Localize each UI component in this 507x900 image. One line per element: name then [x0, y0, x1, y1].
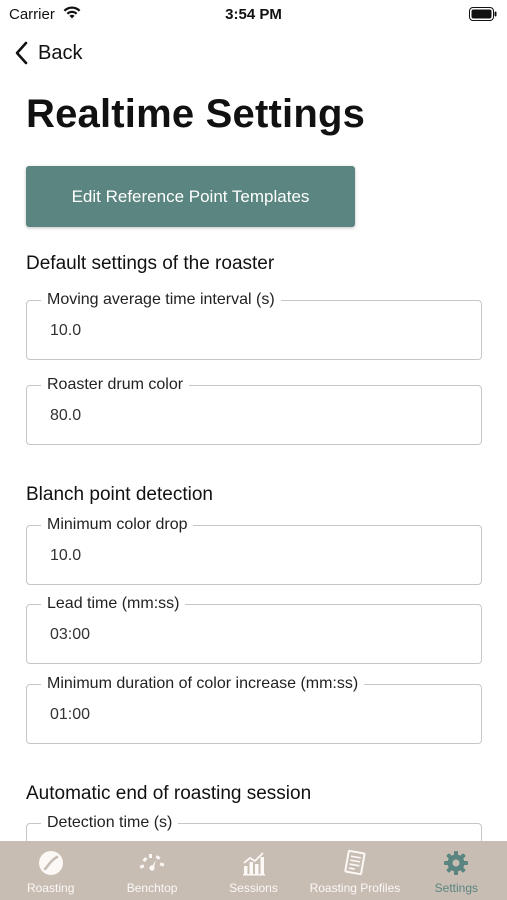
min-color-drop-input[interactable] [50, 547, 430, 565]
chevron-left-icon [15, 41, 28, 65]
tab-benchtop[interactable]: Benchtop [101, 841, 202, 900]
section-title-default-settings: Default settings of the roaster [26, 253, 275, 274]
back-button[interactable]: Back [14, 38, 82, 68]
back-label: Back [38, 41, 83, 64]
clock: 3:54 PM [225, 6, 282, 23]
drum-color-field: Roaster drum color [26, 375, 482, 445]
tab-sessions[interactable]: Sessions [203, 841, 304, 900]
document-icon [344, 849, 366, 876]
page-title: Realtime Settings [26, 92, 366, 136]
lead-time-label: Lead time (mm:ss) [41, 594, 186, 614]
tab-bar: Roasting Benchtop Sessions Roasting Prof… [0, 841, 507, 900]
lead-time-field: Lead time (mm:ss) [26, 594, 482, 664]
gear-icon [444, 851, 469, 875]
tab-settings-label: Settings [434, 881, 478, 895]
detection-time-label: Detection time (s) [41, 813, 179, 833]
drum-color-input[interactable] [50, 407, 430, 425]
bean-icon [38, 851, 63, 875]
drum-color-label: Roaster drum color [41, 375, 190, 395]
tab-roasting-profiles[interactable]: Roasting Profiles [304, 841, 405, 900]
edit-reference-templates-button[interactable]: Edit Reference Point Templates [26, 166, 355, 227]
min-duration-input[interactable] [50, 706, 430, 724]
tab-roasting-profiles-label: Roasting Profiles [309, 881, 401, 895]
tab-roasting[interactable]: Roasting [0, 841, 101, 900]
tab-roasting-label: Roasting [27, 881, 75, 895]
min-color-drop-label: Minimum color drop [41, 515, 194, 535]
lead-time-input[interactable] [50, 626, 430, 644]
section-title-blanch-detection: Blanch point detection [26, 484, 213, 505]
moving-average-input[interactable] [50, 322, 430, 340]
moving-average-label: Moving average time interval (s) [41, 290, 281, 310]
section-title-auto-end: Automatic end of roasting session [26, 783, 312, 804]
tab-settings[interactable]: Settings [406, 841, 507, 900]
min-duration-field: Minimum duration of color increase (mm:s… [26, 674, 482, 744]
bar-chart-icon [242, 852, 265, 876]
min-duration-label: Minimum duration of color increase (mm:s… [41, 674, 365, 694]
gauge-icon [139, 854, 165, 871]
battery-icon [469, 7, 497, 21]
status-bar: Carrier 3:54 PM [0, 0, 507, 28]
moving-average-field: Moving average time interval (s) [26, 290, 482, 360]
tab-benchtop-label: Benchtop [126, 881, 178, 895]
min-color-drop-field: Minimum color drop [26, 515, 482, 585]
tab-sessions-label: Sessions [229, 881, 278, 895]
